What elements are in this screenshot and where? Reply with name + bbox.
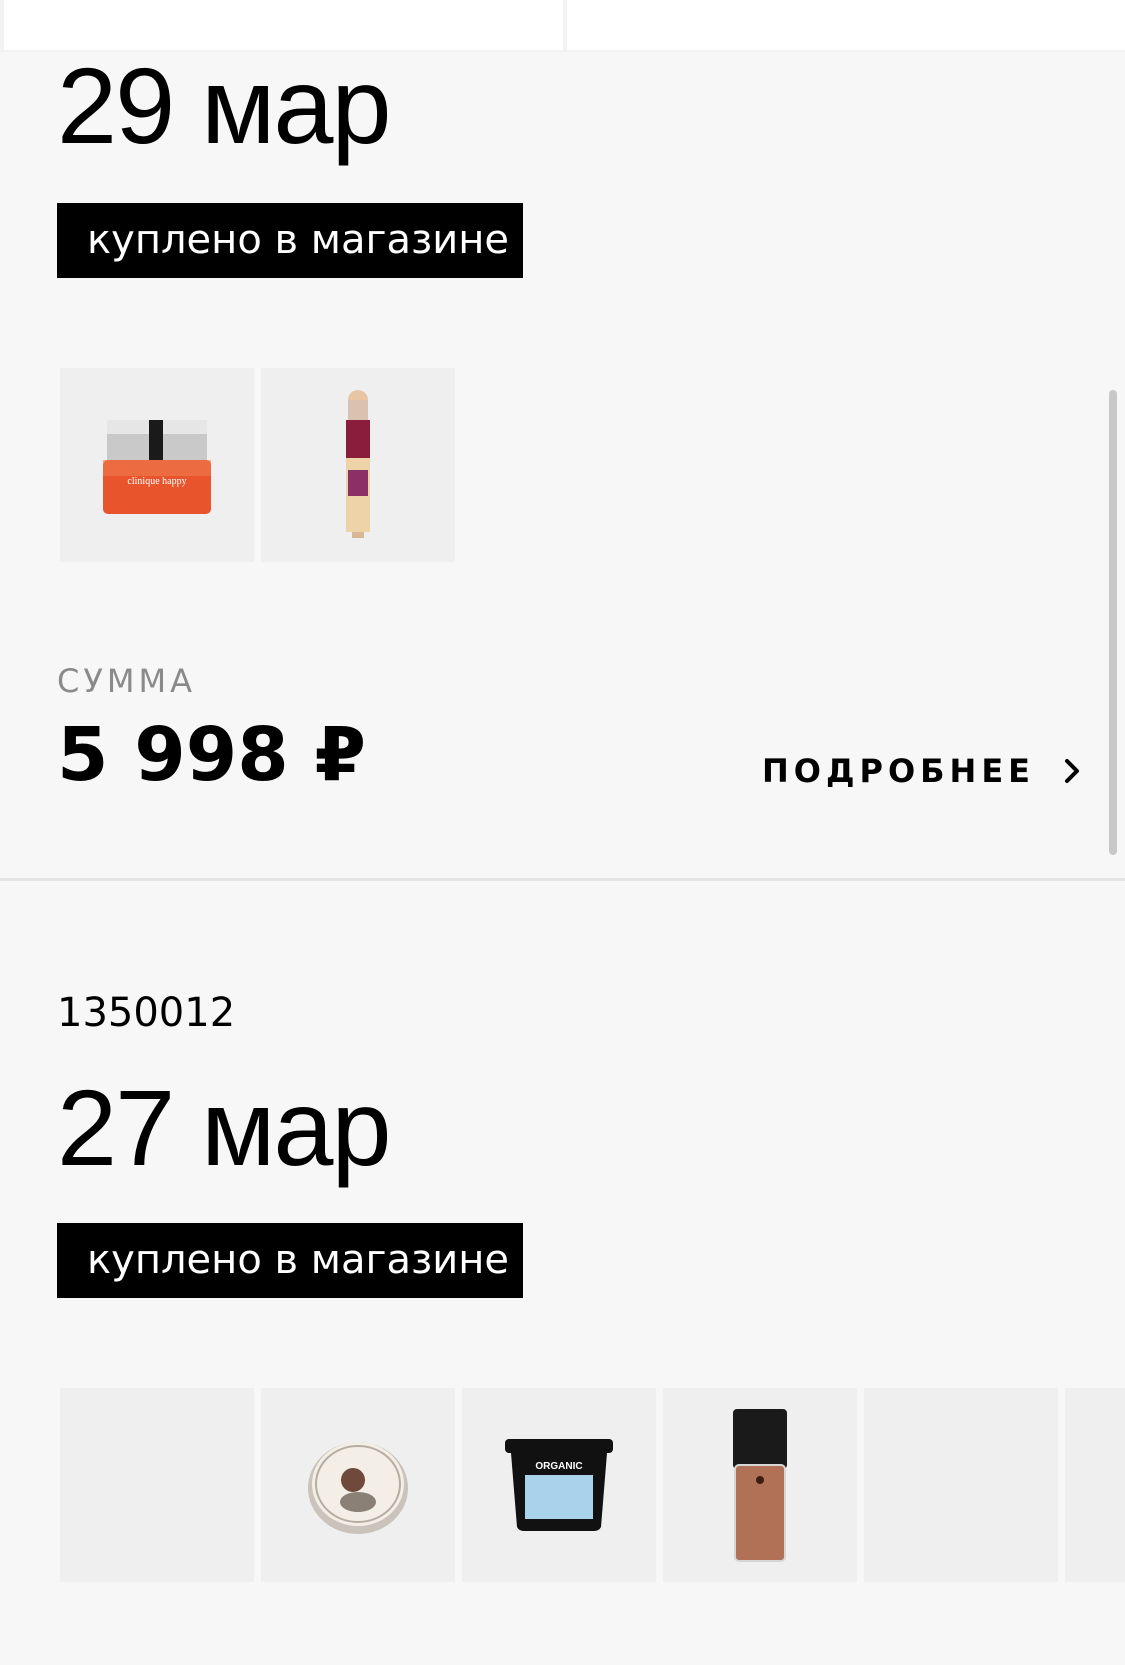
- product-thumbnail[interactable]: [261, 1388, 455, 1582]
- foundation-bottle-icon: [733, 1409, 787, 1562]
- order-date: 29 мар: [57, 45, 392, 166]
- product-thumbnail[interactable]: [1065, 1388, 1125, 1582]
- product-thumbnail[interactable]: ORGANIC: [462, 1388, 656, 1582]
- product-thumbnail[interactable]: [663, 1388, 857, 1582]
- round-jar-icon: [308, 1442, 408, 1534]
- cologne-bottle-icon: clinique happy: [103, 420, 211, 514]
- details-link-label: ПОДРОБНЕЕ: [762, 752, 1036, 790]
- product-thumbnail[interactable]: clinique happy: [60, 368, 254, 562]
- product-thumbnail[interactable]: [261, 368, 455, 562]
- orders-page: 29 мар куплено в магазине clinique happy: [0, 0, 1125, 1665]
- order-date: 27 мар: [57, 1067, 392, 1188]
- tab-right[interactable]: [567, 0, 1125, 50]
- details-link[interactable]: ПОДРОБНЕЕ: [762, 752, 1083, 790]
- order-items-list[interactable]: clinique happy: [60, 368, 455, 562]
- concealer-tube-icon: [346, 390, 370, 538]
- purchase-type-badge: куплено в магазине: [57, 1223, 523, 1298]
- product-thumbnail[interactable]: [60, 1388, 254, 1582]
- product-thumbnail[interactable]: [864, 1388, 1058, 1582]
- purchase-type-badge: куплено в магазине: [57, 203, 523, 278]
- sum-value: 5 998 ₽: [57, 712, 366, 798]
- sum-label: СУММА: [57, 662, 196, 700]
- order-divider: [0, 878, 1125, 881]
- mask-jar-icon: ORGANIC: [505, 1439, 613, 1531]
- chevron-right-icon: [1065, 759, 1080, 783]
- mask-jar-label: ORGANIC: [535, 1461, 582, 1472]
- scrollbar[interactable]: [1109, 390, 1117, 855]
- order-items-list[interactable]: ORGANIC: [60, 1388, 1125, 1582]
- order-number: 1350012: [57, 990, 236, 1036]
- cologne-label: clinique happy: [127, 476, 186, 487]
- tab-left[interactable]: [4, 0, 563, 50]
